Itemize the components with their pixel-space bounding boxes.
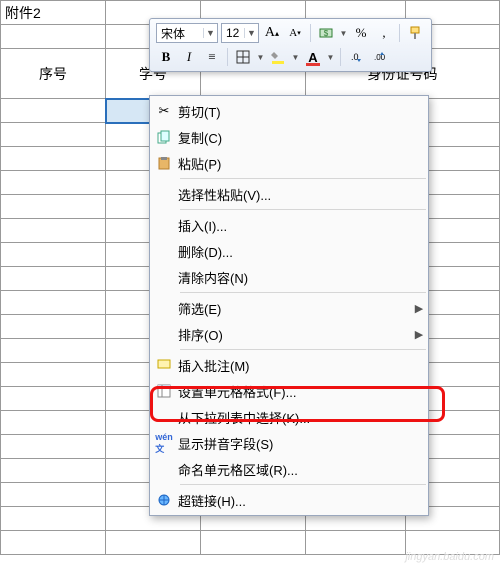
borders-button[interactable]	[233, 47, 253, 67]
align-center-button[interactable]: ≡	[202, 47, 222, 67]
menu-insert[interactable]: 插入(I)...	[150, 212, 428, 238]
comment-icon	[150, 358, 178, 372]
font-name-combo[interactable]: 宋体▼	[156, 23, 218, 43]
chevron-down-icon[interactable]: ▼	[339, 29, 348, 38]
menu-paste[interactable]: 粘贴(P)	[150, 150, 428, 176]
menu-hyperlink[interactable]: 超链接(H)...	[150, 487, 428, 513]
bold-button[interactable]: B	[156, 47, 176, 67]
menu-sort[interactable]: 排序(O)▶	[150, 321, 428, 347]
cell-a1[interactable]: 附件2	[1, 1, 106, 25]
shrink-font-button[interactable]: A▾	[285, 23, 305, 43]
mini-toolbar: 宋体▼ 12▼ A▴ A▾ $▼ % , B I ≡ ▼ ▼ A▼ .0 .00	[149, 18, 432, 72]
chevron-down-icon: ▼	[203, 28, 217, 38]
italic-button[interactable]: I	[179, 47, 199, 67]
svg-text:$: $	[324, 29, 329, 38]
paste-icon	[150, 156, 178, 170]
increase-decimal-button[interactable]: .00	[369, 47, 389, 67]
submenu-arrow-icon: ▶	[410, 302, 428, 315]
percent-button[interactable]: %	[351, 23, 371, 43]
menu-delete[interactable]: 删除(D)...	[150, 238, 428, 264]
menu-cut[interactable]: ✂剪切(T)	[150, 98, 428, 124]
menu-format-cells[interactable]: 设置单元格格式(F)...	[150, 378, 428, 404]
menu-clear[interactable]: 清除内容(N)	[150, 264, 428, 290]
menu-pick-from-list[interactable]: 从下拉列表中选择(K)...	[150, 404, 428, 430]
highlight-color-button[interactable]	[268, 47, 288, 67]
menu-show-pinyin[interactable]: wén文显示拼音字段(S)	[150, 430, 428, 456]
chevron-down-icon: ▼	[244, 28, 258, 38]
svg-text:.0: .0	[351, 52, 359, 62]
menu-insert-comment[interactable]: 插入批注(M)	[150, 352, 428, 378]
font-color-button[interactable]: A	[303, 47, 323, 67]
grow-font-button[interactable]: A▴	[262, 23, 282, 43]
header-seq[interactable]: 序号	[1, 49, 106, 99]
svg-text:.00: .00	[374, 53, 386, 62]
context-menu: ✂剪切(T) 复制(C) 粘贴(P) 选择性粘贴(V)... 插入(I)... …	[149, 95, 429, 516]
hyperlink-icon	[150, 493, 178, 507]
pinyin-icon: wén文	[150, 432, 178, 455]
accounting-format-button[interactable]: $	[316, 23, 336, 43]
menu-filter[interactable]: 筛选(E)▶	[150, 295, 428, 321]
font-size-combo[interactable]: 12▼	[221, 23, 259, 43]
menu-paste-special[interactable]: 选择性粘贴(V)...	[150, 181, 428, 207]
decrease-decimal-button[interactable]: .0	[346, 47, 366, 67]
format-painter-button[interactable]	[405, 23, 425, 43]
menu-name-range[interactable]: 命名单元格区域(R)...	[150, 456, 428, 482]
submenu-arrow-icon: ▶	[410, 328, 428, 341]
format-cells-icon	[150, 384, 178, 398]
menu-copy[interactable]: 复制(C)	[150, 124, 428, 150]
copy-icon	[150, 130, 178, 144]
comma-button[interactable]: ,	[374, 23, 394, 43]
chevron-down-icon[interactable]: ▼	[256, 53, 265, 62]
cut-icon: ✂	[150, 103, 178, 119]
chevron-down-icon[interactable]: ▼	[291, 53, 300, 62]
chevron-down-icon[interactable]: ▼	[326, 53, 335, 62]
